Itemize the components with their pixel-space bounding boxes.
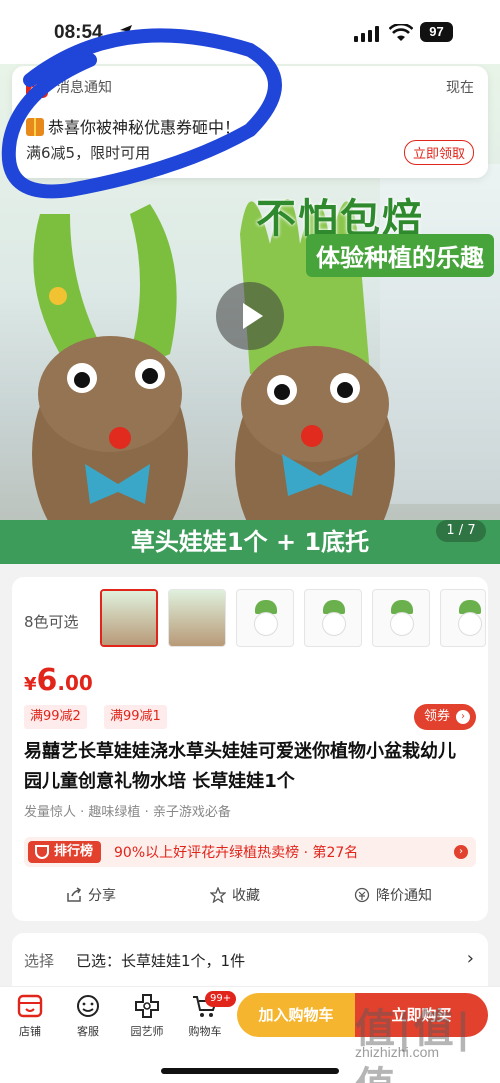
color-options-label: 8色可选 bbox=[24, 613, 79, 631]
store-icon bbox=[17, 994, 43, 1018]
watermark-logo: 值|值|值 bbox=[355, 1006, 473, 1083]
claim-coupon-button[interactable]: 立即领取 bbox=[403, 140, 474, 165]
ranking-text: 90%以上好评花卉绿植热卖榜 · 第27名 bbox=[114, 845, 359, 861]
image-pager-indicator: 1 / 7 bbox=[436, 520, 486, 542]
price-alert-button[interactable]: 降价通知 bbox=[354, 885, 432, 905]
price-decimal: .00 bbox=[57, 671, 93, 695]
tab-gardener-label: 园艺师 bbox=[130, 1025, 164, 1038]
ranking-badge: 排行榜 bbox=[28, 841, 102, 863]
feature-1: 发量惊人 bbox=[24, 805, 77, 820]
share-icon bbox=[67, 887, 82, 902]
notification-body: 满6减5，限时可用 bbox=[26, 144, 151, 162]
ranking-bar[interactable]: 排行榜 90%以上好评花卉绿植热卖榜 · 第27名 › bbox=[24, 837, 476, 867]
chevron-right-icon: › bbox=[454, 845, 468, 859]
spec-selection-row[interactable]: 选择 已选：长草娃娃1个，1件 › bbox=[12, 933, 488, 988]
price-currency: ¥ bbox=[24, 674, 37, 695]
tab-customer-service[interactable]: 客服 bbox=[60, 993, 116, 1039]
product-price: ¥6.00 bbox=[24, 663, 93, 698]
feature-2: 趣味绿植 bbox=[88, 805, 141, 820]
favorite-label: 收藏 bbox=[232, 888, 260, 904]
chat-smile-icon bbox=[77, 995, 99, 1017]
location-arrow-icon bbox=[120, 25, 132, 37]
product-title: 易囍艺长草娃娃浇水草头娃娃可爱迷你植物小盆栽幼儿园儿童创意礼物水培 长草娃娃1个 bbox=[24, 741, 456, 792]
home-indicator[interactable] bbox=[161, 1068, 339, 1074]
promo-tag-2[interactable]: 满99减1 bbox=[104, 705, 167, 729]
price-integer: 6 bbox=[36, 663, 58, 698]
play-video-button[interactable] bbox=[216, 282, 284, 350]
gift-icon bbox=[26, 118, 44, 136]
star-icon bbox=[210, 887, 226, 903]
watermark-url: zhizhizhi.com bbox=[355, 1044, 440, 1060]
get-coupon-label: 领券 bbox=[423, 709, 450, 724]
hero-slogan-sub: 体验种植的乐趣 bbox=[306, 234, 494, 277]
trophy-icon bbox=[35, 845, 49, 859]
plant-cross-icon bbox=[135, 994, 159, 1018]
tab-cart-label: 购物车 bbox=[188, 1025, 222, 1038]
wifi-icon bbox=[389, 24, 413, 41]
color-swatch-3[interactable] bbox=[236, 589, 294, 647]
notification-app-icon: 京东 bbox=[26, 76, 48, 98]
color-swatch-5[interactable] bbox=[372, 589, 430, 647]
selection-value: 已选：长草娃娃1个，1件 bbox=[76, 952, 246, 970]
status-bar: 08:54 97 bbox=[0, 0, 500, 64]
share-button[interactable]: 分享 bbox=[66, 885, 116, 905]
color-swatch-1[interactable] bbox=[100, 589, 158, 647]
favorite-button[interactable]: 收藏 bbox=[210, 885, 260, 905]
notification-title-text: 恭喜你被神秘优惠券砸中！ bbox=[48, 118, 241, 137]
get-coupon-button[interactable]: 领券 › bbox=[413, 704, 476, 730]
chevron-right-icon: › bbox=[466, 948, 474, 969]
color-swatch-2[interactable] bbox=[168, 589, 226, 647]
tab-store-label: 店铺 bbox=[19, 1025, 41, 1038]
hero-banner-caption: 草头娃娃1个 + 1底托 bbox=[0, 520, 500, 564]
color-swatch-4[interactable] bbox=[304, 589, 362, 647]
status-time: 08:54 bbox=[54, 22, 103, 43]
notification-time: 现在 bbox=[446, 80, 474, 96]
push-notification[interactable]: 京东 消息通知 现在 恭喜你被神秘优惠券砸中！ 满6减5，限时可用 立即领取 bbox=[12, 66, 488, 178]
tab-store[interactable]: 店铺 bbox=[2, 993, 58, 1039]
feature-3: 亲子游戏必备 bbox=[152, 805, 231, 820]
notification-source: 消息通知 bbox=[56, 80, 112, 96]
promo-tag-1[interactable]: 满99减2 bbox=[24, 705, 87, 729]
pager-total: 7 bbox=[467, 523, 476, 538]
price-tag-icon bbox=[354, 887, 370, 903]
cart-count-badge: 99+ bbox=[205, 991, 237, 1007]
chevron-right-icon: › bbox=[456, 710, 470, 724]
pager-current: 1 bbox=[446, 523, 455, 538]
product-features: 发量惊人 · 趣味绿植 · 亲子游戏必备 bbox=[24, 805, 231, 820]
battery-indicator: 97 bbox=[420, 22, 453, 42]
cellular-signal-icon bbox=[354, 26, 379, 42]
tab-customer-service-label: 客服 bbox=[77, 1025, 99, 1038]
share-label: 分享 bbox=[88, 888, 116, 904]
add-to-cart-button[interactable]: 加入购物车 bbox=[237, 993, 355, 1037]
notification-title: 恭喜你被神秘优惠券砸中！ bbox=[26, 114, 240, 138]
ranking-badge-label: 排行榜 bbox=[54, 844, 94, 859]
color-swatch-6[interactable] bbox=[440, 589, 486, 647]
price-alert-label: 降价通知 bbox=[376, 888, 432, 904]
tab-gardener[interactable]: 园艺师 bbox=[119, 993, 175, 1039]
selection-label: 选择 bbox=[24, 952, 55, 970]
product-info-card: 8色可选 ¥6.00 满99减2 满99减1 领券 › 易囍艺长草娃娃浇水草头娃娃… bbox=[12, 577, 488, 921]
